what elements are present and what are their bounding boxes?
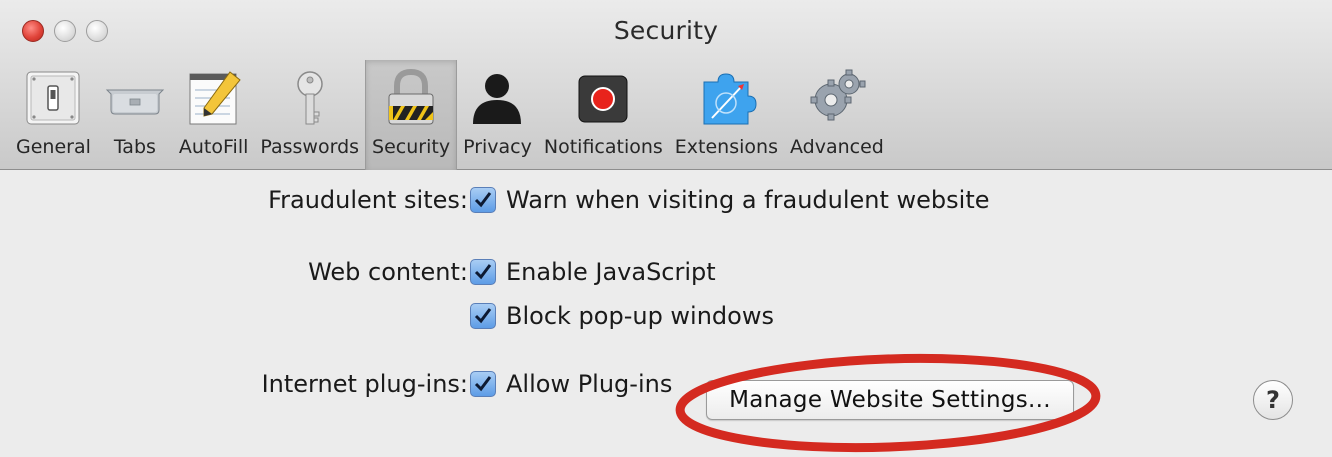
enable-javascript-checkbox[interactable]	[470, 259, 496, 285]
person-silhouette-icon	[473, 74, 522, 124]
tab-security[interactable]: Security	[365, 60, 458, 170]
tab-advanced-label: Advanced	[789, 136, 884, 158]
block-popups-option[interactable]: Block pop-up windows	[470, 302, 774, 330]
tab-privacy-label: Privacy	[463, 136, 532, 158]
allow-plugins-checkbox[interactable]	[470, 371, 496, 397]
tabs-icon	[105, 89, 165, 115]
internet-plugins-label: Internet plug-ins:	[261, 370, 468, 398]
tab-autofill-label: AutoFill	[178, 136, 249, 158]
checkmark-icon	[474, 192, 492, 208]
tab-autofill[interactable]: AutoFill	[173, 60, 255, 170]
tab-security-label: Security	[372, 136, 451, 158]
tab-general[interactable]: General	[10, 60, 97, 170]
warn-fraudulent-checkbox[interactable]	[470, 187, 496, 213]
tab-advanced[interactable]: Advanced	[784, 60, 890, 170]
gears-icon	[810, 69, 866, 121]
tab-passwords-label: Passwords	[260, 136, 360, 158]
general-switch-icon	[26, 71, 80, 125]
tab-general-label: General	[16, 136, 91, 158]
web-content-label: Web content:	[308, 258, 468, 286]
checkmark-icon	[474, 376, 492, 392]
block-popups-checkbox[interactable]	[470, 303, 496, 329]
tab-notifications-label: Notifications	[543, 136, 663, 158]
preferences-toolbar: General Tabs AutoFill Passwords Security…	[10, 60, 890, 170]
tab-tabs[interactable]: Tabs	[97, 60, 173, 170]
enable-javascript-option[interactable]: Enable JavaScript	[470, 258, 716, 286]
manage-website-settings-button[interactable]: Manage Website Settings...	[706, 380, 1074, 420]
checkmark-icon	[474, 264, 492, 280]
window-toolbar: Security General Tabs AutoFill Passwords…	[0, 0, 1332, 170]
fraudulent-sites-label: Fraudulent sites:	[268, 186, 468, 214]
warn-fraudulent-option[interactable]: Warn when visiting a fraudulent website	[470, 186, 990, 214]
notification-record-icon	[578, 75, 628, 123]
tab-passwords[interactable]: Passwords	[254, 60, 365, 170]
tab-notifications[interactable]: Notifications	[538, 60, 669, 170]
tab-extensions-label: Extensions	[674, 136, 778, 158]
tab-tabs-label: Tabs	[113, 136, 156, 158]
help-button[interactable]: ?	[1253, 380, 1293, 420]
block-popups-text: Block pop-up windows	[506, 302, 774, 330]
puzzle-compass-icon	[703, 73, 757, 125]
autofill-pencil-icon	[189, 71, 241, 125]
checkmark-icon	[474, 308, 492, 324]
security-pane: Fraudulent sites: Warn when visiting a f…	[0, 170, 1332, 453]
window-title: Security	[613, 16, 719, 45]
enable-javascript-text: Enable JavaScript	[506, 258, 716, 286]
key-icon	[296, 71, 323, 125]
warn-fraudulent-text: Warn when visiting a fraudulent website	[506, 186, 990, 214]
allow-plugins-option[interactable]: Allow Plug-ins	[470, 370, 672, 398]
tab-extensions[interactable]: Extensions	[669, 60, 784, 170]
allow-plugins-text: Allow Plug-ins	[506, 370, 673, 398]
tab-privacy[interactable]: Privacy	[457, 60, 538, 170]
padlock-icon	[388, 68, 434, 125]
